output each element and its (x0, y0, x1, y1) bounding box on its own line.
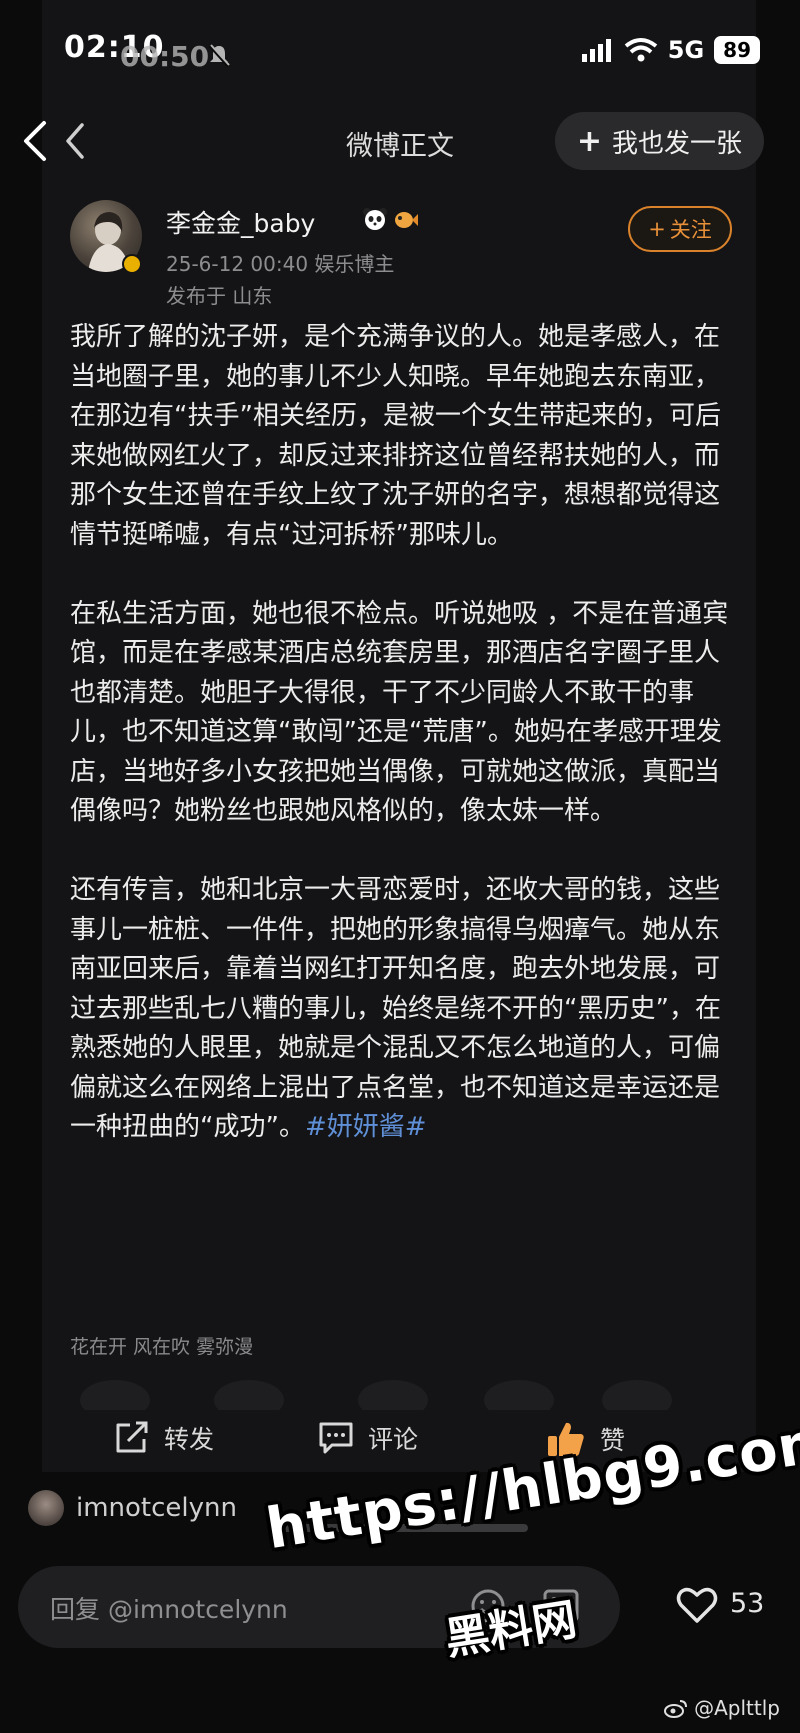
fish-badge-icon (395, 212, 418, 228)
source-handle: @Aplttlp (694, 1696, 780, 1720)
author-username[interactable]: 李金金_baby (166, 204, 315, 240)
status-time-ghost: 00:50 (120, 40, 210, 73)
nav-bar: 微博正文 + 我也发一张 (0, 112, 800, 172)
post-also-button[interactable]: + 我也发一张 (554, 112, 764, 170)
post-tag-line: 花在开 风在吹 雾弥漫 (70, 1336, 254, 1358)
weibo-logo-icon (664, 1700, 688, 1718)
plus-icon: + (576, 123, 602, 159)
like-count: 53 (730, 1588, 765, 1619)
share-icon (116, 1421, 148, 1453)
post-also-label: 我也发一张 (611, 128, 742, 159)
post-body: 我所了解的沈子妍，是个充满争议的人。她是孝感人，在当地圈子里，她的事儿不少人知晓… (70, 318, 730, 1148)
commenter-username[interactable]: imnotcelynn (76, 1493, 237, 1523)
heart-icon[interactable] (676, 1586, 718, 1624)
post-paragraph-text: 还有传言，她和北京一大哥恋爱时，还收大哥的钱，这些事儿一桩桩、一件件，把她的形象… (70, 875, 721, 1142)
plus-icon: + (648, 217, 666, 241)
network-label: 5G (667, 36, 705, 64)
comment-button[interactable]: 评论 (318, 1420, 418, 1456)
weibo-source-mark: @Aplttlp (664, 1696, 780, 1720)
wifi-icon (624, 38, 657, 62)
post-meta: 25-6-12 00:40 娱乐博主 (166, 252, 395, 276)
follow-button[interactable]: + 关注 (628, 206, 732, 252)
repost-button[interactable]: 转发 (114, 1420, 214, 1456)
comment-icon (319, 1422, 353, 1454)
faded-reaction-row (0, 1374, 714, 1420)
post-location: 发布于 山东 (166, 284, 273, 308)
hashtag-link[interactable]: #妍妍酱# (305, 1112, 427, 1142)
page-title: 微博正文 (346, 131, 454, 162)
post-paragraph: 还有传言，她和北京一大哥恋爱时，还收大哥的钱，这些事儿一桩桩、一件件，把她的形象… (70, 871, 730, 1148)
battery-indicator: 89 (714, 36, 760, 64)
signal-icon (581, 39, 611, 62)
commenter-row: imnotcelynn (28, 1490, 237, 1526)
follow-label: 关注 (669, 218, 712, 242)
post-paragraph: 在私生活方面，她也很不检点。听说她吸 ，不是在普通宾馆，而是在孝感某酒店总统套房… (70, 598, 729, 827)
post-author-header: 李金金_baby 25-6-12 00:40 娱乐博主 发布于 山东 + 关注 (70, 198, 740, 308)
repost-label: 转发 (164, 1425, 215, 1454)
reply-placeholder: 回复 @imnotcelynn (50, 1595, 288, 1624)
status-indicators: 5G 89 (580, 36, 760, 64)
bell-muted-icon (208, 44, 230, 68)
verified-badge-icon (122, 254, 142, 274)
post-paragraph: 我所了解的沈子妍，是个充满争议的人。她是孝感人，在当地圈子里，她的事儿不少人知晓… (70, 322, 721, 550)
panda-icon (363, 208, 387, 230)
commenter-avatar[interactable] (28, 1490, 64, 1526)
comment-label: 评论 (368, 1425, 419, 1454)
